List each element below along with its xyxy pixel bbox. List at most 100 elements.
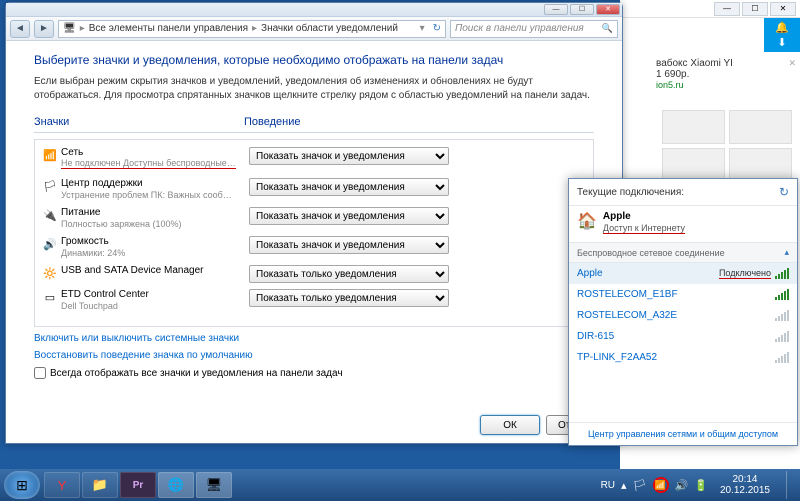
ad-close-icon[interactable]: ✕ (788, 58, 796, 69)
taskbar-explorer[interactable]: 📁 (82, 472, 118, 498)
tray-action-center-icon[interactable]: 🏳 (633, 479, 647, 492)
search-input[interactable]: Поиск в панели управления (450, 20, 618, 38)
row-text: ПитаниеПолностью заряжена (100%) (59, 207, 249, 230)
taskbar-browser[interactable]: 🌐 (158, 472, 194, 498)
thumb[interactable] (662, 148, 725, 182)
network-center-link[interactable]: Центр управления сетями и общим доступом (569, 422, 797, 445)
network-list: AppleПодключено ROSTELECOM_E1BF ROSTELECOM… (569, 263, 797, 422)
always-show-checkbox-input[interactable] (34, 367, 46, 379)
start-button[interactable]: ⊞ (4, 471, 40, 499)
maximize-button[interactable]: ☐ (570, 4, 594, 15)
clock-time: 20:14 (720, 474, 770, 485)
bell-icon[interactable]: 🔔 (775, 21, 789, 34)
icon-row: 📶СетьНе подключен Доступны беспроводные…… (41, 144, 587, 175)
control-panel-window: — ☐ ✕ ◄ ► 🖥 ▸ Все элементы панели управл… (5, 2, 623, 444)
row-icon: 🔊 (41, 236, 59, 252)
row-icon: ▭ (41, 289, 59, 305)
download-icon[interactable]: ⬇ (777, 36, 786, 49)
behavior-select[interactable]: Показать значок и уведомленияСкрыть знач… (249, 289, 449, 307)
row-name: USB and SATA Device Manager (61, 265, 249, 276)
row-name: Сеть (61, 147, 249, 158)
column-icons: Значки (34, 116, 244, 128)
network-item[interactable]: AppleПодключено (569, 263, 797, 284)
row-subtext: Полностью заряжена (100%) (61, 219, 182, 229)
network-name: DIR-615 (577, 331, 775, 342)
network-flyout: Текущие подключения: ↻ 🏠 Apple Доступ к … (568, 178, 798, 446)
ad-link[interactable]: ion5.ru (656, 80, 796, 90)
breadcrumb-sep: ▸ (252, 23, 257, 34)
always-show-checkbox[interactable]: Всегда отображать все значки и уведомлен… (34, 367, 594, 379)
ok-button[interactable]: ОК (480, 415, 540, 435)
breadcrumb[interactable]: 🖥 ▸ Все элементы панели управления ▸ Зна… (58, 20, 446, 38)
row-icon: 🏳 (41, 178, 59, 194)
row-text: ГромкостьДинамики: 24% (59, 236, 249, 259)
behavior-select[interactable]: Показать значок и уведомленияСкрыть знач… (249, 178, 449, 196)
row-text: СетьНе подключен Доступны беспроводные… (59, 147, 249, 172)
network-item[interactable]: ROSTELECOM_A32E (569, 305, 797, 326)
wireless-section-label: Беспроводное сетевое соединение (577, 248, 725, 258)
network-item[interactable]: TP-LINK_F2AA52 (569, 347, 797, 368)
taskbar-control-panel[interactable]: 🖥 (196, 472, 232, 498)
flyout-header: Текущие подключения: ↻ (569, 179, 797, 206)
tray-volume-icon[interactable]: 🔊 (675, 479, 689, 492)
forward-button[interactable]: ► (34, 20, 54, 38)
browser-minimize[interactable]: — (714, 2, 740, 16)
titlebar: — ☐ ✕ (6, 3, 622, 17)
thumb[interactable] (662, 110, 725, 144)
tray-network-icon-highlighted[interactable]: 📶 (653, 477, 669, 493)
icon-row: 🔌ПитаниеПолностью заряжена (100%)Показат… (41, 204, 587, 233)
language-indicator[interactable]: RU (601, 480, 615, 491)
browser-maximize[interactable]: ☐ (742, 2, 768, 16)
icon-row: ▭ETD Control CenterDell TouchpadПоказать… (41, 286, 587, 315)
row-text: Центр поддержкиУстранение проблем ПК: Ва… (59, 178, 249, 201)
link-system-icons[interactable]: Включить или выключить системные значки (34, 333, 594, 344)
breadcrumb-part2[interactable]: Значки области уведомлений (261, 23, 398, 34)
signal-icon (775, 311, 789, 321)
close-button[interactable]: ✕ (596, 4, 620, 15)
row-name: ETD Control Center (61, 289, 249, 300)
clock-date: 20.12.2015 (720, 485, 770, 496)
taskbar-premiere[interactable]: Pr (120, 472, 156, 498)
network-item[interactable]: ROSTELECOM_E1BF (569, 284, 797, 305)
tray-show-hidden-icon[interactable]: ▴ (621, 479, 627, 492)
taskbar-items: Y 📁 Pr 🌐 🖥 (44, 472, 232, 498)
ad-title[interactable]: вабокс Xiaomi YI (656, 58, 796, 69)
icon-list[interactable]: 📶СетьНе подключен Доступны беспроводные…… (34, 139, 594, 327)
taskbar-yandex[interactable]: Y (44, 472, 80, 498)
clock[interactable]: 20:14 20.12.2015 (714, 474, 776, 496)
tray-battery-icon[interactable]: 🔋 (694, 479, 708, 492)
network-name: Apple (577, 268, 719, 279)
refresh-icon[interactable]: ↻ (433, 23, 441, 34)
house-icon: 🏠 (577, 211, 597, 231)
thumb[interactable] (729, 110, 792, 144)
behavior-select[interactable]: Показать значок и уведомленияСкрыть знач… (249, 147, 449, 165)
breadcrumb-dropdown-icon[interactable]: ▾ (420, 23, 425, 34)
row-subtext: Динамики: 24% (61, 248, 125, 258)
browser-close[interactable]: ✕ (770, 2, 796, 16)
breadcrumb-part1[interactable]: Все элементы панели управления (89, 23, 248, 34)
row-subtext: Не подключен Доступны беспроводные… (61, 158, 236, 169)
row-subtext: Устранение проблем ПК: Важных сооб… (61, 190, 232, 200)
network-item[interactable]: DIR-615 (569, 326, 797, 347)
network-status: Подключено (719, 268, 771, 279)
thumb[interactable] (729, 148, 792, 182)
show-desktop-button[interactable] (786, 471, 796, 499)
grid-header: Значки Поведение (34, 112, 594, 133)
icon-row: 🏳Центр поддержкиУстранение проблем ПК: В… (41, 175, 587, 204)
refresh-icon[interactable]: ↻ (779, 185, 789, 199)
behavior-select[interactable]: Показать значок и уведомленияСкрыть знач… (249, 207, 449, 225)
link-restore-defaults[interactable]: Восстановить поведение значка по умолчан… (34, 350, 594, 361)
wireless-section-header[interactable]: Беспроводное сетевое соединение ▴ (569, 242, 797, 263)
network-name: ROSTELECOM_A32E (577, 310, 775, 321)
behavior-select[interactable]: Показать значок и уведомленияСкрыть знач… (249, 236, 449, 254)
collapse-icon[interactable]: ▴ (784, 247, 789, 258)
connection-status: Доступ к Интернету (603, 223, 685, 234)
network-name: ROSTELECOM_E1BF (577, 289, 775, 300)
minimize-button[interactable]: — (544, 4, 568, 15)
breadcrumb-root-icon[interactable]: 🖥 (63, 23, 76, 34)
always-show-label: Всегда отображать все значки и уведомлен… (50, 368, 343, 379)
content-area: Выберите значки и уведомления, которые н… (6, 41, 622, 443)
back-button[interactable]: ◄ (10, 20, 30, 38)
network-name: TP-LINK_F2AA52 (577, 352, 775, 363)
behavior-select[interactable]: Показать значок и уведомленияСкрыть знач… (249, 265, 449, 283)
